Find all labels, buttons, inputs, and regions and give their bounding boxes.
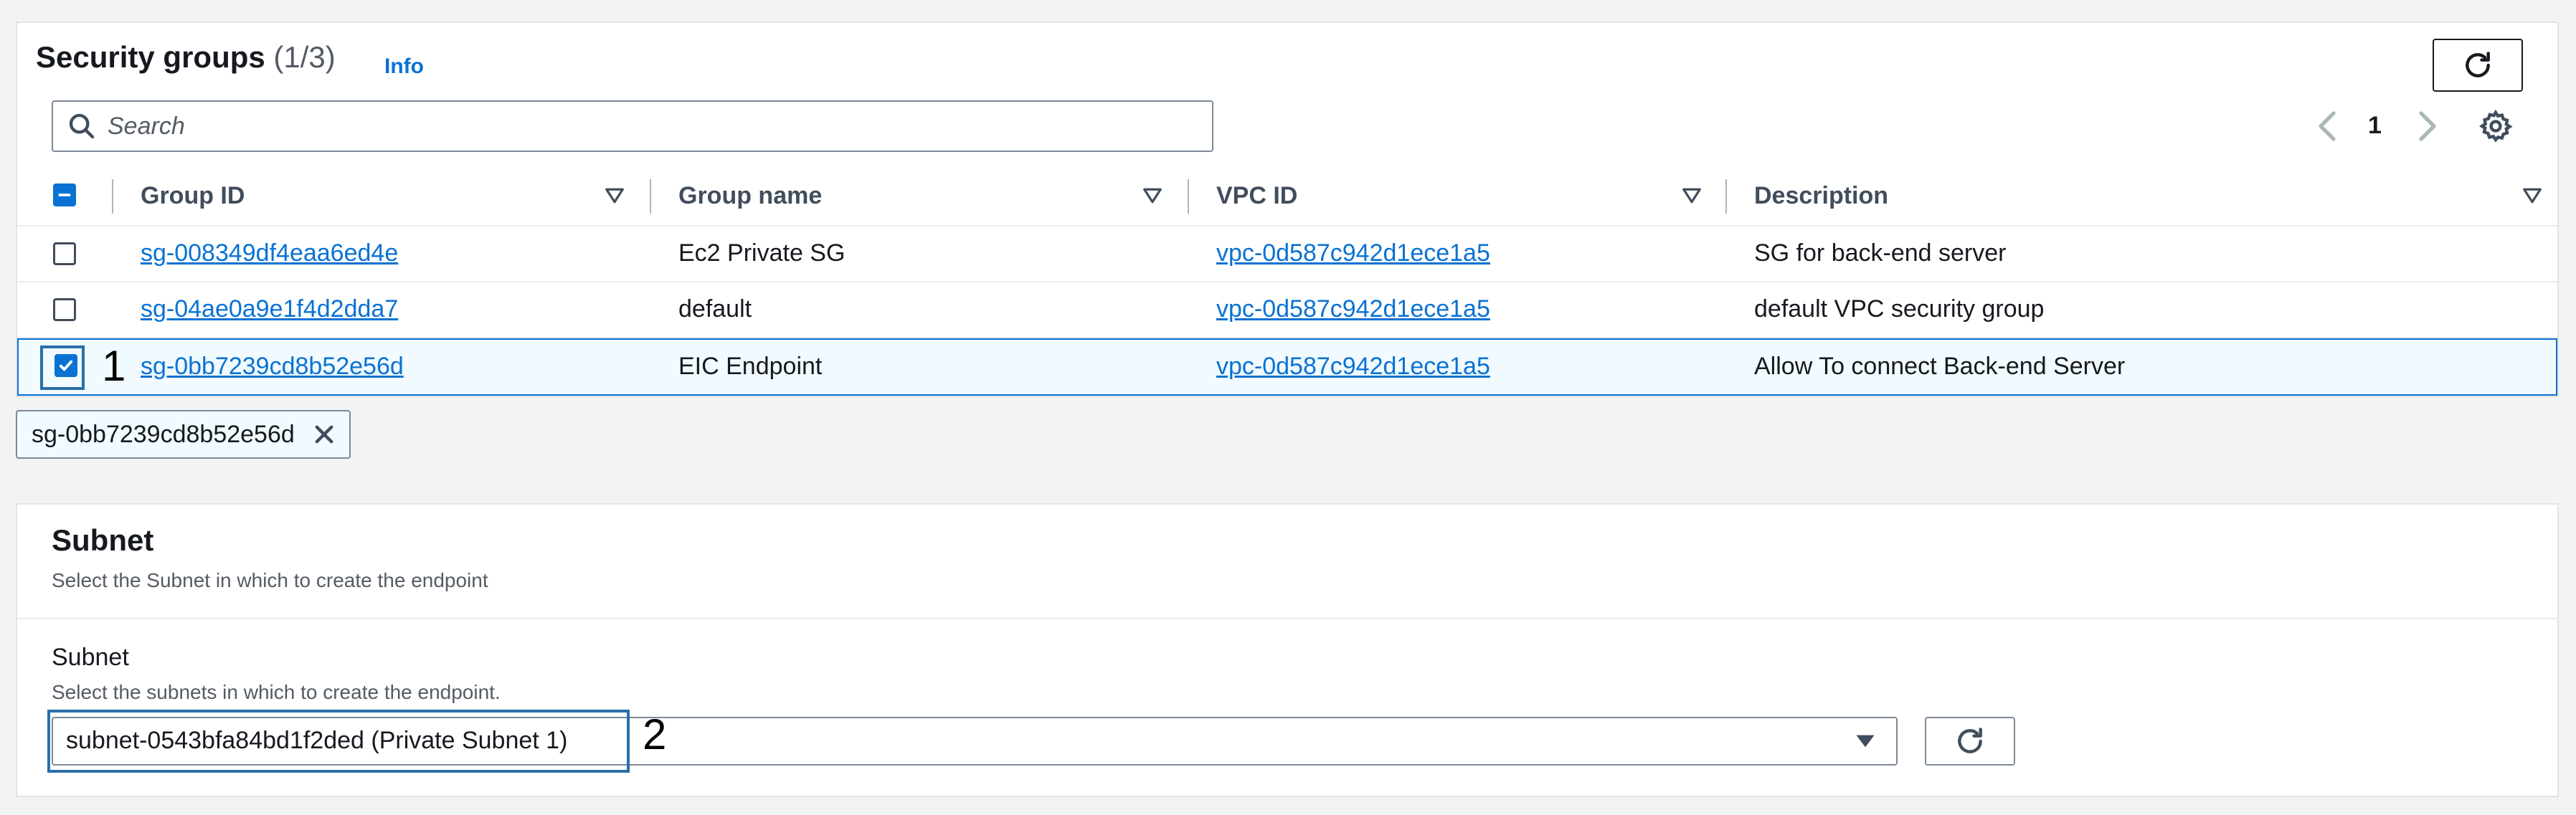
group-name-cell: Ec2 Private SG (678, 239, 846, 267)
sort-caret-icon[interactable] (1681, 186, 1703, 205)
column-separator[interactable] (650, 179, 651, 214)
vpc-id-link[interactable]: vpc-0d587c942d1ece1a5 (1216, 295, 1490, 323)
current-page-number[interactable]: 1 (2368, 112, 2382, 140)
table-header-row: Group ID Group name VPC ID Description (17, 166, 2557, 227)
section-divider (17, 618, 2557, 619)
description-cell: Allow To connect Back-end Server (1754, 353, 2126, 380)
info-link[interactable]: Info (384, 54, 424, 79)
security-groups-title-text: Security groups (36, 40, 265, 74)
table-preferences-button[interactable] (2478, 109, 2513, 147)
column-separator[interactable] (1188, 179, 1189, 214)
group-id-link[interactable]: sg-04ae0a9e1f4d2dda7 (141, 295, 398, 323)
column-header-vpc-id[interactable]: VPC ID (1216, 182, 1297, 210)
subnet-section-description: Select the Subnet in which to create the… (52, 569, 488, 591)
group-name-cell: EIC Endpoint (678, 353, 823, 380)
settings-icon (2478, 109, 2513, 143)
security-groups-title: Security groups (1/3) (36, 40, 336, 75)
refresh-icon (2466, 52, 2490, 77)
column-separator (112, 179, 113, 214)
search-icon (67, 112, 96, 140)
vpc-id-link[interactable]: vpc-0d587c942d1ece1a5 (1216, 239, 1490, 267)
caret-down-icon[interactable] (1853, 731, 1877, 751)
sort-caret-icon[interactable] (604, 186, 625, 205)
group-name-cell: default (678, 295, 752, 323)
column-header-group-name[interactable]: Group name (678, 182, 822, 210)
sort-caret-icon[interactable] (1142, 186, 1163, 205)
selected-security-group-token: sg-0bb7239cd8b52e56d (16, 410, 351, 459)
row-checkbox[interactable] (53, 242, 76, 265)
row-checkbox[interactable] (53, 298, 76, 321)
table-row[interactable]: sg-008349df4eaa6ed4e Ec2 Private SG vpc-… (17, 227, 2557, 282)
annotation-label-2: 2 (643, 710, 667, 758)
column-separator[interactable] (1725, 179, 1727, 214)
previous-page-button[interactable] (2314, 109, 2342, 147)
table-row-selected[interactable]: sg-0bb7239cd8b52e56d EIC Endpoint vpc-0d… (17, 338, 2557, 396)
remove-token-button[interactable] (312, 422, 336, 447)
description-cell: SG for back-end server (1754, 239, 2007, 267)
annotation-label-1: 1 (102, 342, 126, 390)
select-all-checkbox[interactable] (53, 184, 76, 206)
chevron-right-icon (2419, 111, 2436, 141)
next-page-button[interactable] (2412, 109, 2441, 147)
token-label: sg-0bb7239cd8b52e56d (32, 420, 295, 448)
subnet-field-description: Select the subnets in which to create th… (52, 681, 501, 703)
chevron-left-icon (2319, 111, 2336, 141)
column-header-description[interactable]: Description (1754, 182, 1888, 210)
annotation-box-1 (40, 345, 85, 390)
subnet-section-title: Subnet (52, 523, 154, 557)
sort-caret-icon[interactable] (2521, 186, 2543, 205)
security-groups-count: (1/3) (273, 40, 336, 74)
refresh-button[interactable] (2433, 39, 2523, 92)
table-row[interactable]: sg-04ae0a9e1f4d2dda7 default vpc-0d587c9… (17, 282, 2557, 338)
group-id-link[interactable]: sg-008349df4eaa6ed4e (141, 239, 398, 267)
refresh-icon (1958, 728, 1982, 753)
group-id-link[interactable]: sg-0bb7239cd8b52e56d (141, 353, 404, 381)
column-header-group-id[interactable]: Group ID (141, 182, 245, 210)
description-cell: default VPC security group (1754, 295, 2045, 323)
annotation-box-2 (47, 710, 630, 773)
subnet-field-label: Subnet (52, 644, 129, 671)
indeterminate-icon (58, 194, 71, 196)
search-field[interactable] (52, 100, 1213, 152)
search-input[interactable] (108, 112, 1183, 140)
subnet-refresh-button[interactable] (1925, 717, 2015, 766)
vpc-id-link[interactable]: vpc-0d587c942d1ece1a5 (1216, 353, 1490, 381)
close-icon (315, 425, 333, 444)
